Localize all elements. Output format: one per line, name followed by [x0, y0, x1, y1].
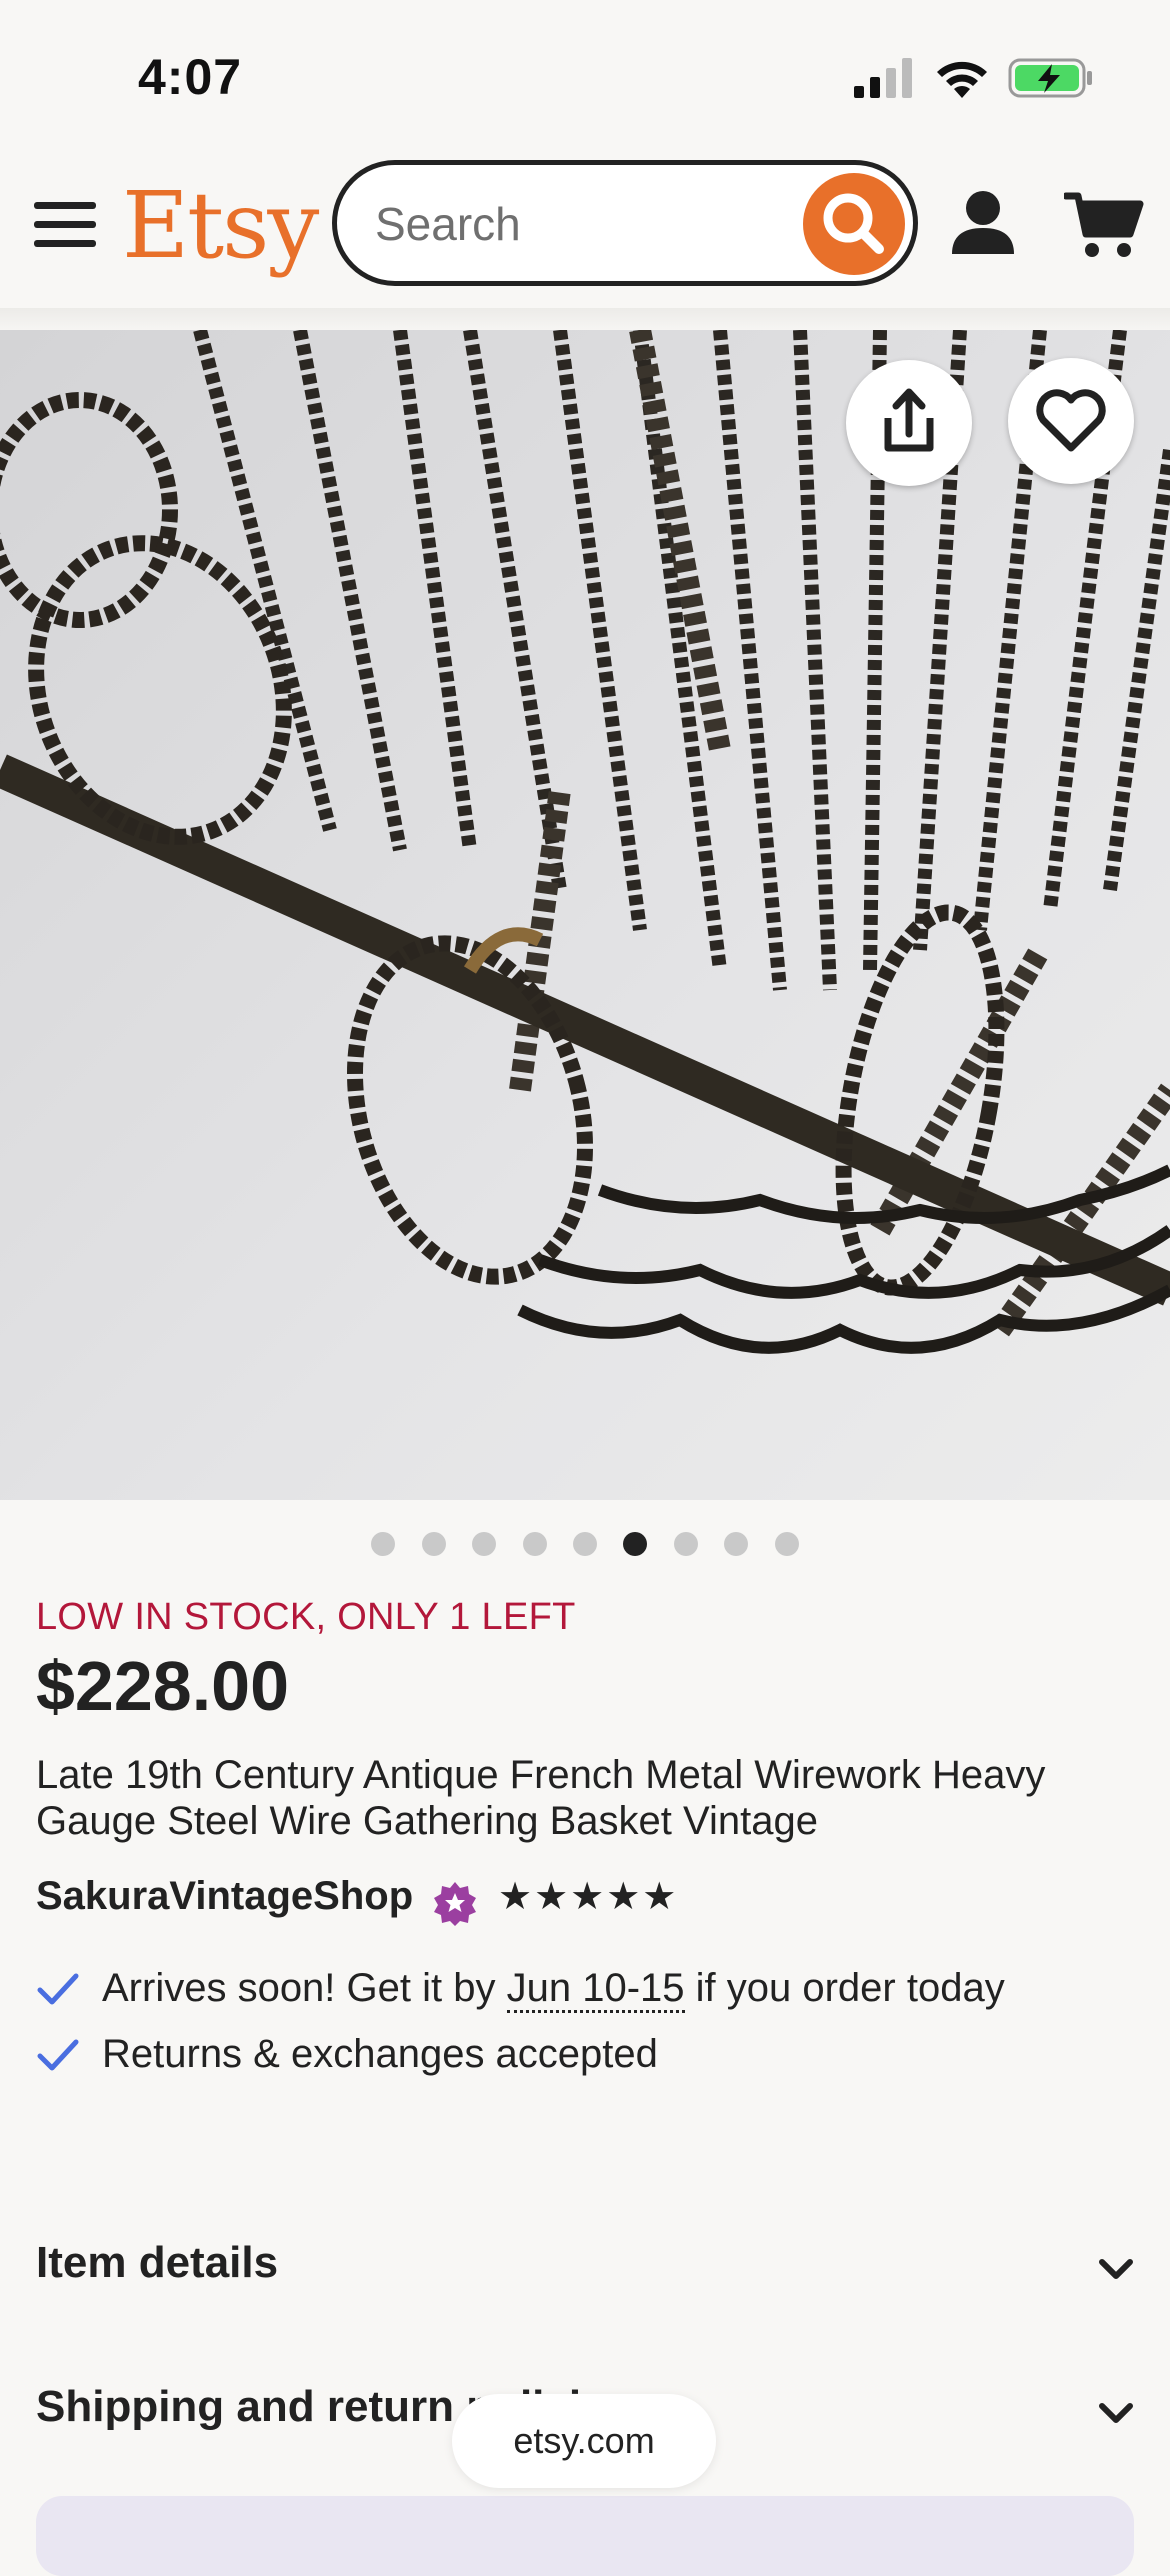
cellular-signal-icon	[854, 58, 912, 98]
arrival-prefix: Arrives soon! Get it by	[102, 1966, 507, 2010]
heart-icon	[1036, 389, 1106, 452]
battery-charging-icon	[1008, 58, 1092, 98]
status-bar: 4:07	[0, 0, 1170, 150]
carousel-dot[interactable]	[673, 1532, 698, 1556]
star-seller-badge-icon	[434, 1882, 476, 1926]
carousel-dot[interactable]	[724, 1532, 749, 1556]
cart-icon[interactable]	[1064, 188, 1144, 260]
chevron-down-icon	[1099, 2259, 1133, 2279]
carousel-dot[interactable]	[522, 1532, 547, 1556]
stock-notice: LOW IN STOCK, ONLY 1 LEFT	[36, 1596, 576, 1638]
wire-basket-photo	[0, 330, 1170, 1500]
share-button[interactable]	[846, 360, 972, 486]
status-time: 4:07	[138, 49, 243, 105]
image-carousel-indicator	[0, 1532, 1170, 1558]
favorite-button[interactable]	[1008, 358, 1134, 484]
account-icon[interactable]	[948, 188, 1018, 258]
carousel-dot-active[interactable]	[623, 1532, 648, 1556]
carousel-dot[interactable]	[371, 1532, 396, 1556]
browser-url-pill[interactable]: etsy.com	[452, 2394, 716, 2488]
rating-stars[interactable]: ★★★★★	[498, 1874, 678, 1919]
item-details-label: Item details	[36, 2238, 279, 2287]
product-image[interactable]	[0, 330, 1170, 1500]
arrival-suffix: if you order today	[684, 1966, 1005, 2010]
checkmark-icon	[37, 2039, 79, 2071]
price: $228.00	[36, 1647, 290, 1725]
carousel-dot[interactable]	[774, 1532, 799, 1556]
shop-name-link[interactable]: SakuraVintageShop	[36, 1874, 413, 1919]
share-icon	[884, 388, 934, 452]
etsy-logo[interactable]: Etsy	[122, 180, 319, 272]
carousel-dot[interactable]	[573, 1532, 597, 1556]
search-button[interactable]	[803, 173, 905, 275]
item-details-section[interactable]: Item details	[36, 2228, 1136, 2308]
arrival-dates[interactable]: Jun 10-15	[506, 1966, 685, 2013]
carousel-dot[interactable]	[472, 1532, 497, 1556]
listing-title: Late 19th Century Antique French Metal W…	[36, 1753, 1046, 1843]
wifi-icon	[937, 61, 987, 98]
chevron-down-icon	[1099, 2403, 1133, 2423]
checkmark-icon	[37, 1973, 79, 2005]
header-divider	[0, 308, 1170, 330]
hamburger-menu-icon[interactable]	[34, 200, 96, 250]
returns-text: Returns & exchanges accepted	[102, 2032, 658, 2076]
carousel-dot[interactable]	[421, 1532, 446, 1556]
search-bar[interactable]	[332, 160, 918, 286]
search-icon	[823, 193, 884, 254]
search-input[interactable]	[373, 189, 797, 259]
bottom-panel	[36, 2496, 1134, 2576]
